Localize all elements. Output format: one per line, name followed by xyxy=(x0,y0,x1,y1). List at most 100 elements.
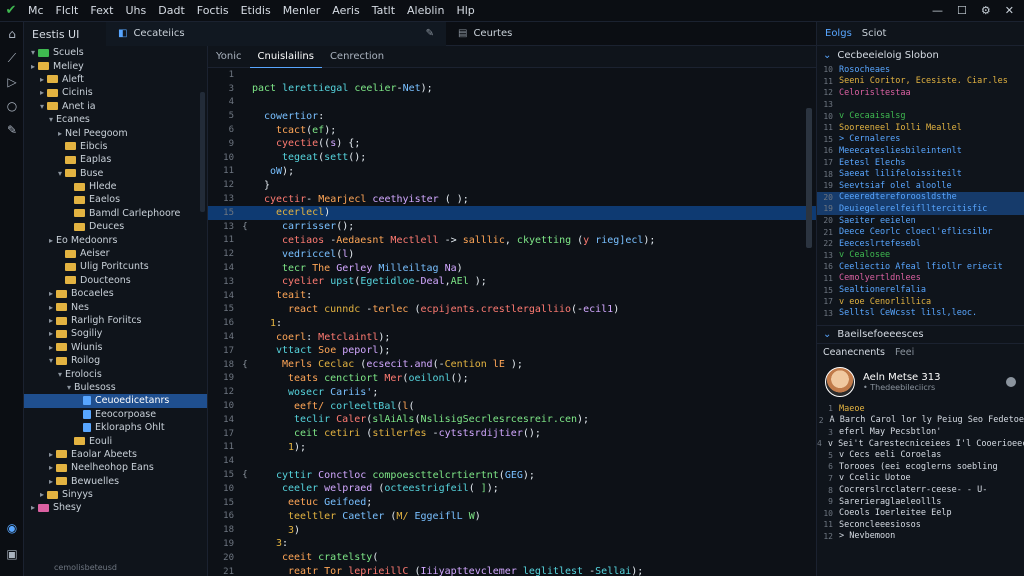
outline-item[interactable]: 17 Eetesl Elechs xyxy=(817,157,1024,169)
outline-item[interactable]: 15 > Cernaleres xyxy=(817,134,1024,146)
menu-item[interactable]: Dadt xyxy=(152,4,191,17)
edit-icon[interactable]: ✎ xyxy=(426,28,434,39)
outline-item[interactable]: 20 Saeiter eeielen xyxy=(817,215,1024,227)
tree-item[interactable]: ▸ Bocaeles xyxy=(24,287,207,300)
settings-icon[interactable]: ⚙ xyxy=(981,4,991,17)
outline-item[interactable]: 13 xyxy=(817,99,1024,111)
chevron-down-icon[interactable]: ▾ xyxy=(37,102,47,111)
chevron-down-icon[interactable]: ▾ xyxy=(64,383,74,392)
extensions-icon[interactable]: ✎ xyxy=(0,118,24,142)
outline-item[interactable]: 16 Ceeliectio Afeal lfiollr eriecit xyxy=(817,261,1024,273)
outline-item[interactable]: 13 v Cealosee xyxy=(817,250,1024,262)
tree-item[interactable]: ▸ Eaolar Abeets xyxy=(24,448,207,461)
subtab[interactable]: Yonic xyxy=(208,46,250,68)
fold-marker[interactable]: { xyxy=(238,470,252,480)
outline-item[interactable]: 22 Eeeceslrtefesebl xyxy=(817,238,1024,250)
chevron-down-icon[interactable]: ▾ xyxy=(55,370,65,379)
tree-item[interactable]: Eeocorpoase xyxy=(24,408,207,421)
tree-item[interactable]: Doucteons xyxy=(24,274,207,287)
outline-item[interactable]: 18 Saeeat lilifeloissiteilt xyxy=(817,168,1024,180)
chevron-right-icon[interactable]: ▸ xyxy=(37,75,47,84)
menu-item[interactable]: Etidis xyxy=(235,4,277,17)
chevron-down-icon[interactable]: ▾ xyxy=(46,115,56,124)
outline-item[interactable]: 11 Seeni Coritor, Ecesiste. Ciar.les xyxy=(817,76,1024,88)
chevron-down-icon[interactable]: ▾ xyxy=(28,48,38,57)
tree-item[interactable]: Eaelos xyxy=(24,193,207,206)
menu-item[interactable]: Aeris xyxy=(326,4,365,17)
references-section-header[interactable]: ⌄ Baeilsefoeeesces xyxy=(817,325,1024,343)
chevron-right-icon[interactable]: ▸ xyxy=(37,490,47,499)
tree-item[interactable]: ▸ Cicinis xyxy=(24,86,207,99)
tree-item[interactable]: Bamdl Carlephoore xyxy=(24,207,207,220)
menu-item[interactable]: Fext xyxy=(84,4,119,17)
tree-item[interactable]: Eouli xyxy=(24,434,207,447)
outline-item[interactable]: 12 Celorisltestaa xyxy=(817,87,1024,99)
subtab[interactable]: Cenrection xyxy=(322,46,392,68)
outline-item[interactable]: 11 Cemolyertldnlees xyxy=(817,273,1024,285)
outline-item[interactable]: 19 Seevtsiaf olel aloolle xyxy=(817,180,1024,192)
accounts-icon[interactable]: ◉ xyxy=(0,516,24,540)
outline-item[interactable]: 19 Deuiegelerelfeiflltercitisfic xyxy=(817,203,1024,215)
minimize-icon[interactable]: — xyxy=(932,4,943,17)
menu-item[interactable]: Aleblin xyxy=(401,4,450,17)
tab-ceurtes[interactable]: ▤ Ceurtes xyxy=(446,22,524,46)
tree-item[interactable]: ▸ Nel Peegoom xyxy=(24,126,207,139)
explorer-scrollbar[interactable] xyxy=(200,92,205,212)
close-icon[interactable]: ✕ xyxy=(1005,4,1014,17)
menu-item[interactable]: Mc xyxy=(22,4,50,17)
editor-scrollbar[interactable] xyxy=(806,108,812,248)
chevron-right-icon[interactable]: ▸ xyxy=(37,88,47,97)
chevron-right-icon[interactable]: ▸ xyxy=(46,477,56,486)
right-panel-tab[interactable]: Sciot xyxy=(862,28,887,39)
tree-item[interactable]: Ekloraphs Ohlt xyxy=(24,421,207,434)
tree-item[interactable]: ▸ Bewuelles xyxy=(24,475,207,488)
run-icon[interactable]: ▷ xyxy=(0,70,24,94)
tree-item[interactable]: ▸ Aleft xyxy=(24,73,207,86)
fold-marker[interactable]: { xyxy=(238,360,252,370)
search-icon[interactable]: ○ xyxy=(0,94,24,118)
fold-marker[interactable]: { xyxy=(238,222,252,232)
chevron-right-icon[interactable]: ▸ xyxy=(46,450,56,459)
chevron-right-icon[interactable]: ▸ xyxy=(46,236,56,245)
tree-item[interactable]: ▸ Wiunis xyxy=(24,341,207,354)
outline-item[interactable]: 20 Ceeeredtereforoosldsthe xyxy=(817,191,1024,204)
menu-item[interactable]: Menler xyxy=(277,4,327,17)
tree-item[interactable]: ▸ Shesy xyxy=(24,501,207,514)
comments-label[interactable]: Ceanecnents xyxy=(823,347,885,358)
tree-item[interactable]: ▾ Roilog xyxy=(24,354,207,367)
outline-item[interactable]: 13 Selltsl CeWcsst lilsl,leoc. xyxy=(817,307,1024,319)
tree-item[interactable]: ▾ Scuels xyxy=(24,46,207,59)
chevron-right-icon[interactable]: ▸ xyxy=(46,463,56,472)
outline-item[interactable]: 21 Deece Ceorlc cloecl'eflicsilbr xyxy=(817,226,1024,238)
tree-item[interactable]: Ulig Poritcunts xyxy=(24,260,207,273)
chevron-right-icon[interactable]: ▸ xyxy=(46,289,56,298)
branch-icon[interactable]: ⟋ xyxy=(0,46,24,70)
tree-item[interactable]: Eaplas xyxy=(24,153,207,166)
chevron-right-icon[interactable]: ▸ xyxy=(55,129,65,138)
tree-item[interactable]: ▸ Sogiliy xyxy=(24,327,207,340)
tree-item[interactable]: Ceuoedicetanrs xyxy=(24,394,207,408)
outline-section-header[interactable]: ⌄ Cecbeeieloig Slobon xyxy=(817,46,1024,64)
tree-item[interactable]: ▸ Rarligh Foriitcs xyxy=(24,314,207,327)
subtab[interactable]: Cnuislailins xyxy=(249,46,322,68)
tree-item[interactable]: ▾ Bulesoss xyxy=(24,381,207,394)
chevron-right-icon[interactable]: ▸ xyxy=(46,329,56,338)
menu-item[interactable]: Flclt xyxy=(50,4,85,17)
comments-filter[interactable]: Feei xyxy=(895,347,914,358)
home-icon[interactable]: ⌂ xyxy=(0,22,24,46)
chevron-down-icon[interactable]: ▾ xyxy=(55,169,65,178)
menu-item[interactable]: Uhs xyxy=(119,4,152,17)
menu-item[interactable]: Hlp xyxy=(450,4,480,17)
outline-item[interactable]: 17 v eoe Cenorlillica xyxy=(817,296,1024,308)
maximize-icon[interactable]: ☐ xyxy=(957,4,967,17)
tree-item[interactable]: ▸ Meliey xyxy=(24,59,207,72)
avatar[interactable] xyxy=(825,367,855,398)
chevron-right-icon[interactable]: ▸ xyxy=(28,503,38,512)
tree-item[interactable]: Eibcis xyxy=(24,140,207,153)
tree-item[interactable]: Aeiser xyxy=(24,247,207,260)
chevron-right-icon[interactable]: ▸ xyxy=(46,316,56,325)
tree-item[interactable]: ▾ Buse xyxy=(24,167,207,180)
menu-item[interactable]: Foctis xyxy=(191,4,235,17)
tree-item[interactable]: ▸ Eo Medoonrs xyxy=(24,233,207,246)
tree-item[interactable]: ▸ Neelheohop Eans xyxy=(24,461,207,474)
